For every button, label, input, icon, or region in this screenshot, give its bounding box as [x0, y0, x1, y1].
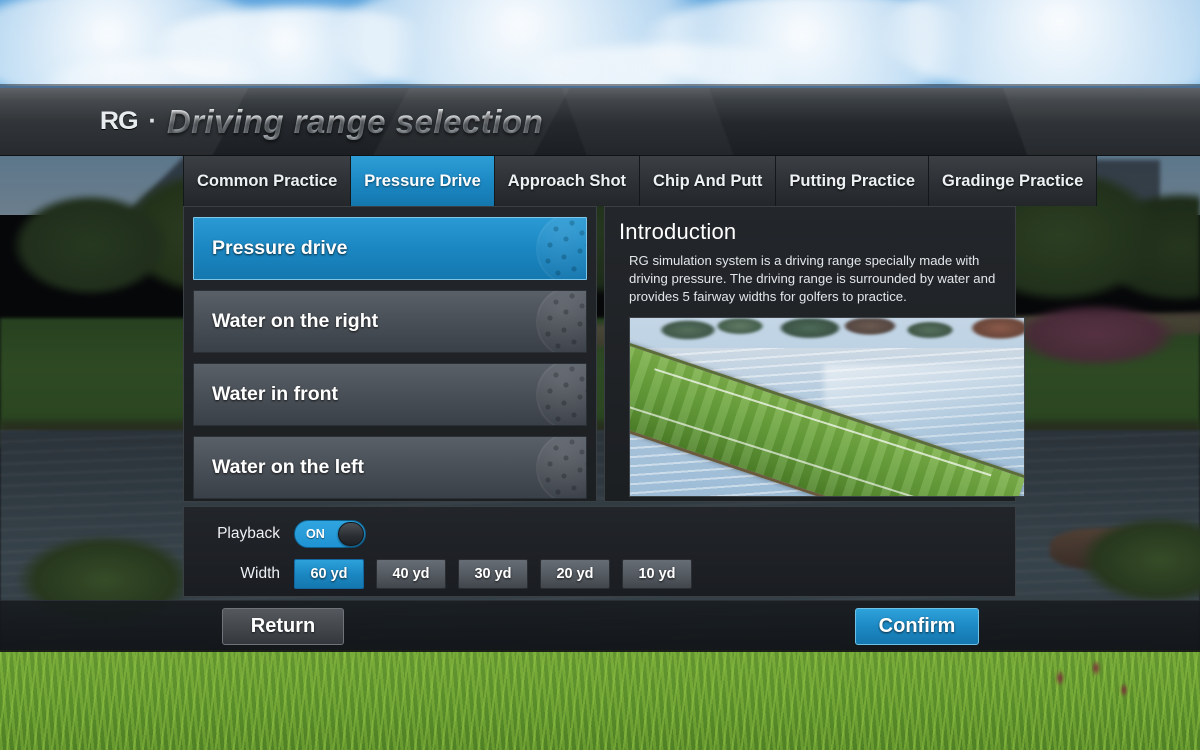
page-title: Driving range selection	[166, 102, 544, 140]
playback-row: Playback ON	[184, 520, 1015, 548]
range-preview-image	[629, 316, 1025, 497]
width-option-30yd[interactable]: 30 yd	[458, 559, 528, 589]
return-button[interactable]: Return	[222, 608, 344, 645]
tab-label: Pressure Drive	[364, 171, 481, 190]
width-option-label: 20 yd	[556, 566, 594, 582]
width-option-label: 30 yd	[474, 566, 512, 582]
options-panel: Playback ON Width 60 yd 40 yd 30 yd 20 y…	[183, 506, 1016, 597]
tab-common-practice[interactable]: Common Practice	[183, 156, 352, 206]
width-option-20yd[interactable]: 20 yd	[540, 559, 610, 589]
range-item-label: Water on the right	[212, 310, 379, 332]
rg-logo-mark: RG	[99, 107, 139, 135]
footer-bar	[0, 600, 1200, 652]
range-item-label: Water in front	[212, 383, 339, 405]
range-list: Pressure drive Water on the right Water …	[184, 207, 596, 509]
tab-label: Chip And Putt	[653, 171, 763, 190]
width-label: Width	[240, 565, 280, 582]
playback-toggle[interactable]: ON	[294, 520, 366, 548]
playback-label: Playback	[217, 525, 280, 542]
tab-chip-and-putt[interactable]: Chip And Putt	[640, 156, 777, 206]
rg-logo: RG ·	[98, 106, 157, 137]
range-item-label: Pressure drive	[212, 237, 348, 259]
golf-ball-icon	[536, 218, 586, 279]
tab-label: Common Practice	[197, 171, 338, 190]
return-button-label: Return	[250, 615, 316, 637]
tab-label: Gradinge Practice	[942, 171, 1084, 190]
introduction-panel: Introduction RG simulation system is a d…	[604, 206, 1025, 502]
toggle-knob[interactable]	[338, 522, 364, 546]
introduction-title: Introduction	[619, 219, 737, 244]
golf-ball-icon	[536, 437, 586, 498]
introduction-content: Introduction RG simulation system is a d…	[605, 207, 1025, 497]
tab-approach-shot[interactable]: Approach Shot	[494, 156, 641, 206]
tab-bar: Common Practice Pressure Drive Approach …	[183, 156, 1098, 206]
tab-pressure-drive[interactable]: Pressure Drive	[351, 156, 495, 206]
tab-label: Putting Practice	[789, 171, 916, 190]
golf-ball-icon	[536, 364, 586, 425]
logo-separator-dot: ·	[148, 107, 157, 135]
list-item[interactable]: Water in front	[193, 363, 587, 426]
playback-toggle-state: ON	[306, 527, 325, 541]
width-row: Width 60 yd 40 yd 30 yd 20 yd 10 yd	[184, 559, 1015, 589]
confirm-button-label: Confirm	[878, 615, 956, 637]
confirm-button[interactable]: Confirm	[855, 608, 979, 645]
golf-ball-icon	[536, 291, 586, 352]
width-option-label: 60 yd	[310, 566, 348, 582]
list-item[interactable]: Water on the left	[193, 436, 587, 499]
tab-gradinge-practice[interactable]: Gradinge Practice	[929, 156, 1098, 206]
introduction-text: RG simulation system is a driving range …	[629, 253, 996, 305]
tab-putting-practice[interactable]: Putting Practice	[776, 156, 930, 206]
width-option-label: 40 yd	[392, 566, 430, 582]
list-item[interactable]: Pressure drive	[193, 217, 587, 280]
width-option-40yd[interactable]: 40 yd	[376, 559, 446, 589]
range-item-label: Water on the left	[212, 456, 365, 478]
title-bar: RG · Driving range selection	[0, 86, 1200, 156]
range-list-panel: Pressure drive Water on the right Water …	[183, 206, 597, 502]
width-option-10yd[interactable]: 10 yd	[622, 559, 692, 589]
width-option-label: 10 yd	[638, 566, 676, 582]
preview-distant-treeline	[630, 317, 1024, 352]
foreground-grass	[0, 650, 1200, 750]
list-item[interactable]: Water on the right	[193, 290, 587, 353]
tab-label: Approach Shot	[507, 171, 627, 190]
width-option-60yd[interactable]: 60 yd	[294, 559, 364, 589]
